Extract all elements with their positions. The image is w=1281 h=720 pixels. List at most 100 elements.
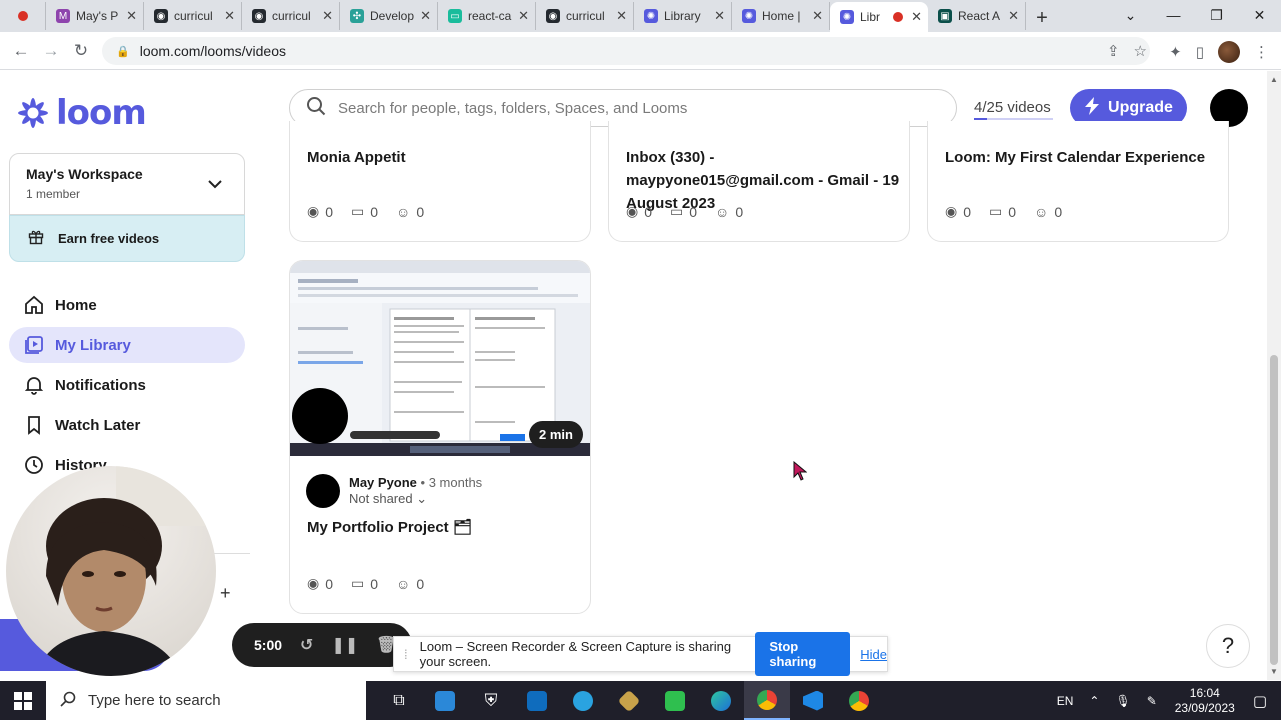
browser-tab[interactable]: ◉ curricul ✕ bbox=[144, 2, 242, 30]
share-page-icon[interactable]: ⇪ bbox=[1107, 42, 1120, 60]
comments-count: 0 bbox=[689, 203, 698, 220]
profile-avatar[interactable] bbox=[1218, 41, 1240, 63]
maximize-icon[interactable]: ❐ bbox=[1195, 0, 1238, 30]
mail-icon[interactable] bbox=[514, 681, 560, 720]
close-tab-icon[interactable]: ✕ bbox=[1008, 8, 1019, 24]
lightning-icon bbox=[1084, 96, 1100, 120]
scroll-up-arrow-icon[interactable]: ▲ bbox=[1270, 75, 1278, 84]
video-title[interactable]: Monia Appetit bbox=[307, 146, 577, 169]
edge-browser-icon[interactable] bbox=[698, 681, 744, 720]
close-tab-icon[interactable]: ✕ bbox=[224, 8, 235, 24]
scroll-down-arrow-icon[interactable]: ▼ bbox=[1270, 667, 1278, 676]
library-icon bbox=[23, 335, 45, 355]
close-tab-icon[interactable]: ✕ bbox=[911, 9, 922, 25]
sidebar-item-home[interactable]: Home bbox=[9, 287, 245, 323]
browser-menu-icon[interactable]: ⋮ bbox=[1254, 43, 1269, 61]
close-tab-icon[interactable]: ✕ bbox=[714, 8, 725, 24]
video-title[interactable]: My Portfolio Project 🗂 bbox=[307, 516, 582, 539]
chrome-browser-icon[interactable] bbox=[744, 681, 790, 720]
earn-free-videos-button[interactable]: Earn free videos bbox=[9, 215, 245, 262]
hide-banner-link[interactable]: Hide bbox=[860, 647, 887, 662]
browser-tab[interactable]: ✣ Develop ✕ bbox=[340, 2, 438, 30]
tab-search-chevron-icon[interactable]: ⌄ bbox=[1109, 0, 1152, 30]
browser-tab[interactable]: ✺ Home | ✕ bbox=[732, 2, 830, 30]
help-button[interactable]: ? bbox=[1206, 624, 1250, 668]
close-tab-icon[interactable]: ✕ bbox=[322, 8, 333, 24]
chat-app-icon[interactable] bbox=[652, 681, 698, 720]
microphone-icon[interactable]: 🎙 bbox=[1115, 694, 1130, 708]
video-thumbnail[interactable]: 2 min bbox=[290, 261, 590, 456]
sidebar-item-notifications[interactable]: Notifications bbox=[9, 367, 245, 403]
close-tab-icon[interactable]: ✕ bbox=[126, 8, 137, 24]
forward-arrow-icon[interactable]: → bbox=[36, 41, 66, 61]
defender-shield-icon[interactable]: ⛨ bbox=[468, 681, 514, 720]
owner-avatar[interactable] bbox=[306, 474, 340, 508]
url-omnibox[interactable]: 🔒 loom.com/looms/videos bbox=[102, 37, 1150, 65]
tab-recording-indicator[interactable] bbox=[0, 2, 46, 30]
views-count: 0 bbox=[644, 203, 653, 220]
close-tab-icon[interactable]: ✕ bbox=[420, 8, 431, 24]
chrome-profile-icon[interactable] bbox=[836, 681, 882, 720]
close-tab-icon[interactable]: ✕ bbox=[812, 8, 823, 24]
task-view-icon[interactable]: ⧉ bbox=[376, 681, 422, 720]
pen-icon[interactable]: ✎ bbox=[1147, 694, 1157, 708]
sidebar-item-label: Notifications bbox=[55, 376, 146, 394]
minimize-icon[interactable]: — bbox=[1152, 0, 1195, 30]
reload-icon[interactable]: ↻ bbox=[66, 41, 96, 61]
back-arrow-icon[interactable]: ← bbox=[6, 41, 36, 61]
video-duration-badge: 2 min bbox=[529, 421, 583, 448]
loom-logo[interactable]: loom bbox=[16, 93, 147, 133]
comment-icon: ▭ bbox=[989, 203, 1003, 219]
restart-icon[interactable]: ↺ bbox=[300, 635, 313, 655]
video-card[interactable]: Loom: My First Calendar Experience ◉ 0 ▭ 0… bbox=[927, 121, 1229, 242]
side-panel-icon[interactable]: ▯ bbox=[1196, 43, 1204, 61]
telegram-icon[interactable] bbox=[560, 681, 606, 720]
windows-start-icon[interactable] bbox=[0, 681, 46, 720]
extensions-puzzle-icon[interactable]: ✦ bbox=[1169, 43, 1182, 61]
mouse-cursor-icon bbox=[793, 461, 807, 481]
browser-tab[interactable]: ◉ curricul ✕ bbox=[536, 2, 634, 30]
sidebar-item-watch-later[interactable]: Watch Later bbox=[9, 407, 245, 443]
video-card[interactable]: 2 min May Pyone • 3 months Not shared ⌄ … bbox=[289, 260, 591, 614]
add-space-icon[interactable]: + bbox=[220, 583, 231, 604]
git-tool-icon[interactable] bbox=[606, 681, 652, 720]
page-scrollbar[interactable]: ▲ ▼ bbox=[1267, 71, 1281, 680]
pause-icon[interactable]: ❚❚ bbox=[331, 635, 358, 655]
language-indicator[interactable]: EN bbox=[1057, 694, 1074, 708]
bookmark-star-icon[interactable]: ☆ bbox=[1134, 42, 1147, 60]
video-card[interactable]: Inbox (330) - maypyone015@gmail.com - Gm… bbox=[608, 121, 910, 242]
drag-handle-icon[interactable]: ⁞ bbox=[404, 647, 408, 662]
clock-date: 23/09/2023 bbox=[1174, 700, 1235, 715]
browser-tab[interactable]: ◉ curricul ✕ bbox=[242, 2, 340, 30]
taskbar-search-placeholder: Type here to search bbox=[88, 692, 221, 709]
vscode-icon[interactable] bbox=[790, 681, 836, 720]
taskbar-clock[interactable]: 16:04 23/09/2023 bbox=[1175, 686, 1235, 716]
close-tab-icon[interactable]: ✕ bbox=[616, 8, 627, 24]
video-card[interactable]: Monia Appetit ◉ 0 ▭ 0 ☺ 0 bbox=[289, 121, 591, 242]
browser-tab[interactable]: ▣ React A ✕ bbox=[928, 2, 1026, 30]
stop-sharing-button[interactable]: Stop sharing bbox=[755, 632, 851, 676]
video-title[interactable]: Loom: My First Calendar Experience bbox=[945, 146, 1220, 169]
notifications-chat-icon[interactable]: ▢ bbox=[1253, 692, 1267, 710]
close-tab-icon[interactable]: ✕ bbox=[518, 8, 529, 24]
video-count[interactable]: 4/25 videos bbox=[974, 99, 1051, 116]
microsoft-store-icon[interactable] bbox=[422, 681, 468, 720]
eye-icon: ◉ bbox=[307, 575, 320, 591]
new-tab-icon[interactable]: + bbox=[1026, 4, 1058, 32]
webcam-bubble[interactable] bbox=[6, 466, 216, 676]
comments-count: 0 bbox=[370, 575, 379, 592]
browser-tab[interactable]: ✺ Library ✕ bbox=[634, 2, 732, 30]
scrollbar-thumb[interactable] bbox=[1270, 355, 1278, 665]
tray-chevron-up-icon[interactable]: ⌃ bbox=[1089, 694, 1099, 708]
workspace-switcher[interactable]: May's Workspace 1 member bbox=[9, 153, 245, 215]
close-window-icon[interactable]: ✕ bbox=[1238, 0, 1281, 30]
sharing-status-dropdown[interactable]: Not shared ⌄ bbox=[349, 491, 427, 507]
workspace-member-count: 1 member bbox=[26, 187, 81, 201]
sidebar-item-library[interactable]: My Library bbox=[9, 327, 245, 363]
browser-tab[interactable]: M May's P ✕ bbox=[46, 2, 144, 30]
taskbar-search-input[interactable]: Type here to search bbox=[46, 681, 366, 720]
browser-tab[interactable]: ✺ Libr ✕ bbox=[830, 2, 928, 32]
smiley-icon: ☺ bbox=[396, 575, 411, 592]
browser-tab[interactable]: ▭ react-ca ✕ bbox=[438, 2, 536, 30]
tab-favicon-icon: ▣ bbox=[938, 9, 952, 23]
